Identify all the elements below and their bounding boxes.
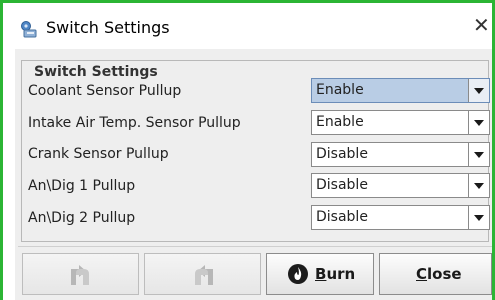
- switch-settings-window: Switch Settings ✕ Switch Settings Coolan…: [0, 0, 495, 300]
- dropdown-button[interactable]: [468, 206, 489, 229]
- select-value: Disable: [316, 146, 368, 162]
- button-bar: Burn Close: [18, 246, 492, 300]
- chevron-down-icon: [474, 152, 484, 158]
- burn-label: Burn: [315, 265, 356, 283]
- setting-select-crank[interactable]: Disable: [311, 142, 490, 167]
- setting-select-intake-air[interactable]: Enable: [311, 110, 490, 135]
- chevron-down-icon: [474, 120, 484, 126]
- flame-icon: [287, 263, 309, 289]
- setting-select-coolant[interactable]: Enable: [311, 78, 490, 103]
- chevron-down-icon: [474, 88, 484, 94]
- dropdown-button[interactable]: [468, 111, 489, 134]
- setting-label-crank: Crank Sensor Pullup: [28, 146, 169, 162]
- undo-arrow-icon: [68, 263, 94, 291]
- settings-app-icon: [19, 20, 39, 38]
- setting-select-andig2[interactable]: Disable: [311, 205, 490, 230]
- close-button[interactable]: Close: [379, 253, 492, 295]
- redo-button[interactable]: [144, 253, 261, 295]
- burn-button[interactable]: Burn: [266, 253, 374, 295]
- setting-label-andig1: An\Dig 1 Pullup: [28, 178, 136, 194]
- setting-label-coolant: Coolant Sensor Pullup: [28, 83, 182, 99]
- dropdown-button[interactable]: [468, 79, 489, 102]
- group-title: Switch Settings: [31, 64, 161, 80]
- setting-label-intake-air: Intake Air Temp. Sensor Pullup: [28, 115, 241, 131]
- setting-label-andig2: An\Dig 2 Pullup: [28, 210, 136, 226]
- close-label: Close: [416, 265, 462, 283]
- window-title: Switch Settings: [46, 18, 170, 37]
- redo-arrow-icon: [190, 263, 216, 291]
- dropdown-button[interactable]: [468, 174, 489, 197]
- dialog-body: Switch Settings Coolant Sensor Pullup En…: [15, 49, 492, 300]
- select-value: Disable: [316, 177, 368, 193]
- select-value: Disable: [316, 209, 368, 225]
- title-bar[interactable]: Switch Settings ✕: [3, 3, 492, 49]
- select-value: Enable: [316, 82, 364, 98]
- close-window-icon[interactable]: ✕: [473, 15, 490, 35]
- undo-button[interactable]: [22, 253, 139, 295]
- chevron-down-icon: [474, 183, 484, 189]
- dropdown-button[interactable]: [468, 143, 489, 166]
- chevron-down-icon: [474, 215, 484, 221]
- select-value: Enable: [316, 114, 364, 130]
- setting-select-andig1[interactable]: Disable: [311, 173, 490, 198]
